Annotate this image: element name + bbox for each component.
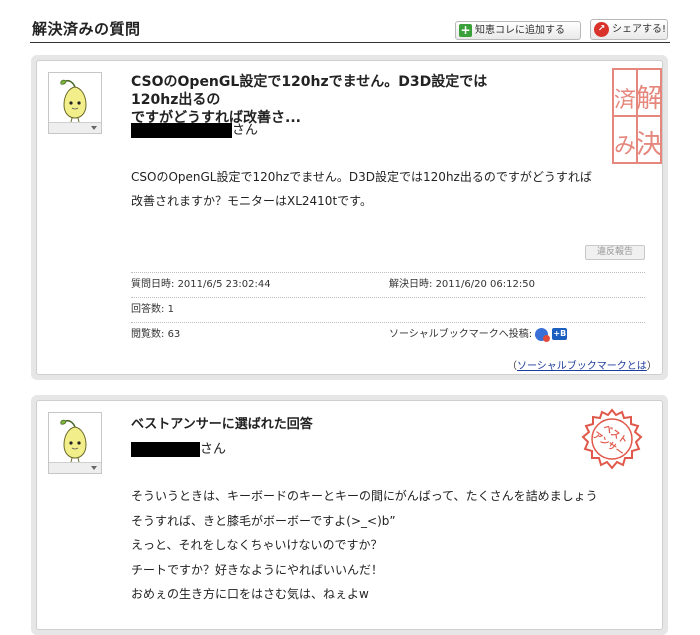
question-body: CSOのOpenGL設定で120hzでません。D3D設定では120hz出るのです… (131, 165, 592, 213)
answer-line: えっと、それをしなくちゃいけないのですか？ (131, 538, 383, 552)
question-box: CSOのOpenGL設定で120hzでません。D3D設定では120hz出るの で… (31, 55, 668, 380)
avatar-menu-bar[interactable] (49, 462, 101, 473)
hatena-bookmark-icon[interactable]: +B (552, 328, 568, 340)
answer-line: そういうときは、キーボードのキーとキーの間にがんばって、たくさんを詰めましょう (131, 489, 598, 503)
page-header: 解決済みの質問 + 知恵コレに追加する ↗ シェアする! (30, 14, 670, 43)
stamp-char-4: み (614, 134, 636, 159)
question-title-line1: CSOのOpenGL設定で120hzでません。D3D設定では120hz出るの (131, 74, 488, 108)
answerer-avatar[interactable] (48, 412, 102, 474)
sprout-character-icon (60, 419, 87, 463)
stamp-char-1: 解 (636, 84, 662, 114)
best-answer-box: ベストアンサーに選ばれた回答 さん ベスト アンサー そういうときは、キーボード… (31, 395, 668, 635)
social-bookmark: ソーシャルブックマークへ投稿: +B (389, 323, 568, 347)
best-answer-title: ベストアンサーに選ばれた回答 (131, 417, 313, 432)
sbm-paren-close: ） (646, 361, 657, 372)
answers-label: 回答数: (131, 304, 165, 315)
meta-row-answers: 回答数: 1 (131, 297, 645, 322)
name-suffix: さん (200, 442, 227, 457)
question-panel: CSOのOpenGL設定で120hzでません。D3D設定では120hz出るの で… (36, 60, 663, 375)
sprout-character-icon (60, 79, 87, 123)
meta-row-dates: 質問日時: 2011/6/5 23:02:44 解決日時: 2011/6/20 … (131, 272, 645, 297)
asked-value: 2011/6/5 23:02:44 (177, 279, 271, 290)
views-label: 閲覧数: (131, 329, 165, 340)
page-title: 解決済みの質問 (32, 20, 141, 38)
question-body-line2: 改善されますか？モニターはXL2410tです。 (131, 194, 372, 208)
question-body-line1: CSOのOpenGL設定で120hzでません。D3D設定では120hz出るのです… (131, 170, 592, 184)
redacted-username (131, 442, 200, 457)
best-answer-stamp-icon: ベスト アンサー (581, 408, 643, 470)
avatar-menu-bar[interactable] (49, 122, 101, 133)
name-suffix: さん (232, 123, 259, 138)
best-answer-panel: ベストアンサーに選ばれた回答 さん ベスト アンサー そういうときは、キーボード… (36, 400, 663, 630)
resolved-stamp-icon: 解 決 済 み (612, 68, 662, 164)
stamp-char-2: 決 (636, 130, 662, 160)
add-to-chiekore-button[interactable]: + 知恵コレに追加する (455, 21, 581, 40)
answer-line: おめぇの生き方に口をはさむ気は、ねぇよw (131, 587, 369, 601)
sbm-paren-open: （ (507, 361, 517, 372)
chevron-down-icon (91, 126, 97, 130)
social-label: ソーシャルブックマークへ投稿: (389, 329, 533, 340)
chevron-down-icon (91, 466, 97, 470)
resolved-date: 解決日時: 2011/6/20 06:12:50 (389, 273, 535, 297)
bookmark-icon[interactable] (535, 327, 551, 342)
questioner-name: さん (131, 119, 258, 138)
stamp-char-3: 済 (614, 88, 636, 113)
resolved-label: 解決日時: (389, 279, 433, 290)
answer-line: そうすれば、きと膝毛がボーボーですよ(>_<)b” (131, 513, 396, 528)
share-icon: ↗ (594, 22, 609, 37)
plus-icon: + (459, 23, 472, 37)
meta-row-views: 閲覧数: 63 ソーシャルブックマークへ投稿: +B (131, 322, 645, 347)
redacted-username (131, 123, 232, 138)
answer-line: チートですか？好きなようにやればいいんだ！ (131, 562, 384, 577)
questioner-avatar[interactable] (48, 72, 102, 134)
share-button[interactable]: ↗ シェアする! (590, 19, 668, 40)
best-answer-body: そういうときは、キーボードのキーとキーの間にがんばって、たくさんを詰めましょう … (131, 484, 598, 607)
social-bookmark-help-link[interactable]: ソーシャルブックマークとは (517, 361, 647, 372)
answerer-name: さん (131, 438, 226, 457)
report-button[interactable]: 違反報告 (585, 245, 645, 260)
add-to-chiekore-label: 知恵コレに追加する (475, 25, 565, 36)
asked-label: 質問日時: (131, 279, 175, 290)
resolved-value: 2011/6/20 06:12:50 (435, 279, 535, 290)
social-bookmark-help: （ソーシャルブックマークとは） (507, 357, 657, 372)
share-label: シェアする! (612, 24, 667, 35)
views-value: 63 (167, 329, 181, 340)
answers-value: 1 (167, 304, 174, 315)
